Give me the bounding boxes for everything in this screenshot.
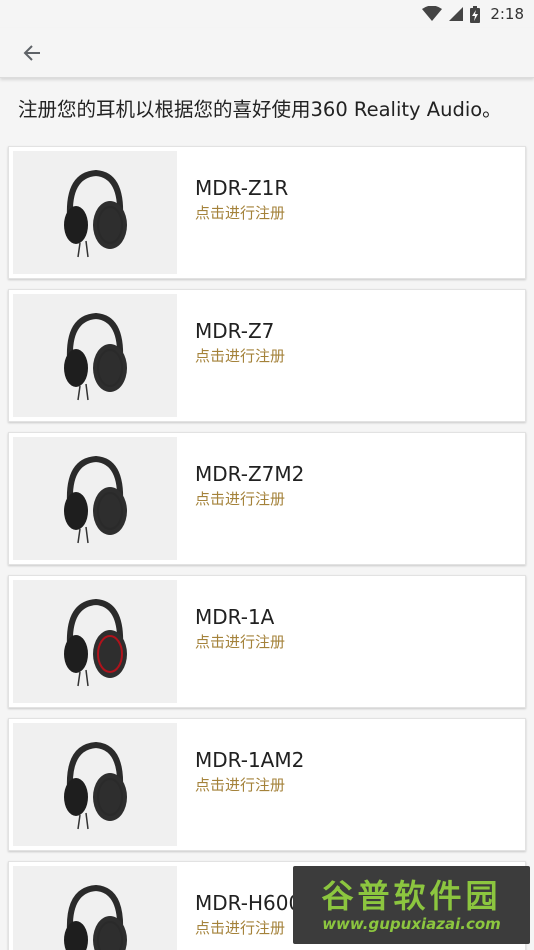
status-bar: 2:18	[0, 0, 534, 28]
headphone-model-name: MDR-1AM2	[195, 747, 305, 772]
cellular-signal-icon	[449, 7, 464, 21]
battery-charging-icon	[470, 5, 481, 23]
wifi-icon	[422, 6, 443, 21]
headphone-model-name: MDR-1A	[195, 604, 275, 629]
intro-text: 注册您的耳机以根据您的喜好使用360 Reality Audio。	[18, 98, 502, 121]
headphone-thumbnail	[13, 723, 177, 846]
headphone-icon	[64, 455, 127, 543]
headphone-icon	[64, 598, 127, 686]
headphone-icon	[64, 741, 127, 829]
headphone-model-name: MDR-Z7	[195, 318, 275, 343]
back-button[interactable]	[18, 39, 46, 67]
headphone-card[interactable]: MDR-Z1R 点击进行注册	[8, 146, 526, 279]
headphone-thumbnail	[13, 151, 177, 274]
arrow-back-icon	[23, 44, 40, 61]
headphone-icon	[64, 169, 127, 257]
headphone-thumbnail	[13, 866, 177, 950]
watermark-logo: 谷普软件园 www.gupuxiazai.com	[293, 866, 530, 944]
headphone-thumbnail	[13, 437, 177, 560]
watermark-url: www.gupuxiazai.com	[322, 915, 501, 933]
tap-to-register-link[interactable]: 点击进行注册	[195, 202, 288, 224]
headphone-list: MDR-Z1R 点击进行注册 MDR-Z7 点击进行注册 MDR-Z7M2 点击…	[0, 146, 534, 950]
headphone-thumbnail	[13, 294, 177, 417]
headphone-card[interactable]: MDR-1AM2 点击进行注册	[8, 718, 526, 851]
headphone-icon	[64, 312, 127, 400]
tap-to-register-link[interactable]: 点击进行注册	[195, 774, 304, 796]
headphone-card[interactable]: MDR-Z7 点击进行注册	[8, 289, 526, 422]
headphone-icon	[64, 884, 127, 950]
tap-to-register-link[interactable]: 点击进行注册	[195, 488, 304, 510]
headphone-card[interactable]: MDR-Z7M2 点击进行注册	[8, 432, 526, 565]
headphone-model-name: MDR-Z7M2	[195, 461, 305, 486]
app-bar	[0, 28, 534, 78]
headphone-model-name: MDR-Z1R	[195, 175, 289, 200]
tap-to-register-link[interactable]: 点击进行注册	[195, 631, 285, 653]
headphone-thumbnail	[13, 580, 177, 703]
tap-to-register-link[interactable]: 点击进行注册	[195, 345, 285, 367]
headphone-card[interactable]: MDR-1A 点击进行注册	[8, 575, 526, 708]
status-time: 2:18	[490, 5, 524, 23]
watermark-text: 谷普软件园	[321, 877, 502, 915]
